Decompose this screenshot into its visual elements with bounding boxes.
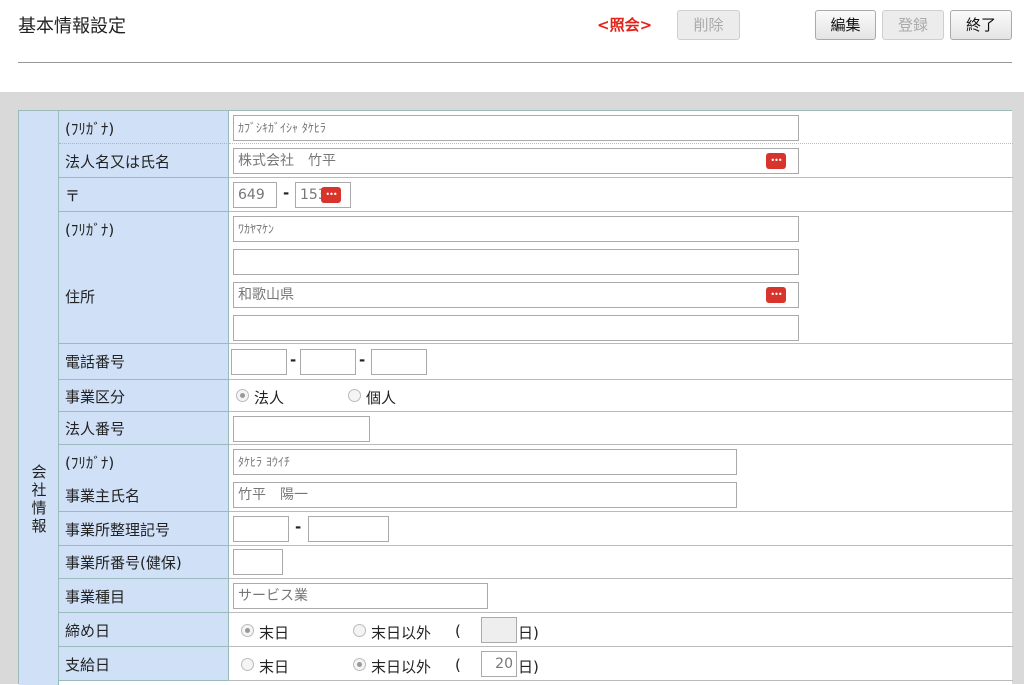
address-kana-label: (ﾌﾘｶﾞﾅ)	[65, 221, 115, 239]
closing-day-other-label: 末日以外	[371, 624, 432, 642]
closing-day-other-radio[interactable]	[353, 624, 366, 637]
header: 基本情報設定 <照会> 削除 編集 登録 終了	[0, 0, 1024, 92]
pay-day-paren: (	[455, 656, 461, 674]
page-title: 基本情報設定	[18, 16, 126, 37]
postal-separator: -	[283, 184, 290, 202]
corp-name-label: 法人名又は氏名	[65, 153, 171, 171]
row-corp-kana: (ﾌﾘｶﾞﾅ) ｶﾌﾞｼｷｶﾞｲｼｬ ﾀｹﾋﾗ	[59, 111, 1013, 144]
row-owner: (ﾌﾘｶﾞﾅ) 事業主氏名 ﾀｹﾋﾗ ﾖｳｲﾁ 竹平 陽一	[59, 445, 1013, 512]
business-type-label: 事業区分	[65, 388, 126, 406]
row-phone: 電話番号 - -	[59, 344, 1013, 380]
closing-day-month-end-radio[interactable]	[241, 624, 254, 637]
phone-input-1[interactable]	[231, 349, 287, 375]
owner-name-label: 事業主氏名	[65, 487, 141, 505]
industry-label: 事業種目	[65, 588, 126, 606]
office-code-input-1[interactable]	[233, 516, 289, 542]
header-divider	[18, 62, 1012, 63]
business-type-corp-radio[interactable]	[236, 389, 249, 402]
corp-name-lookup-icon[interactable]	[766, 151, 786, 171]
row-industry: 事業種目 サービス業	[59, 579, 1013, 613]
pay-day-month-end-radio[interactable]	[241, 658, 254, 671]
row-business-type: 事業区分 法人 個人	[59, 380, 1013, 412]
row-corp-number: 法人番号	[59, 412, 1013, 445]
address-label: 住所	[65, 288, 96, 306]
phone-input-2[interactable]	[300, 349, 356, 375]
industry-input[interactable]: サービス業	[233, 583, 488, 609]
corp-number-label: 法人番号	[65, 420, 126, 438]
postal-label: 〒	[65, 187, 81, 205]
row-office-code: 事業所整理記号 -	[59, 512, 1013, 546]
business-type-corp-label: 法人	[254, 389, 285, 407]
corp-number-input[interactable]	[233, 416, 370, 442]
corp-kana-input[interactable]: ｶﾌﾞｼｷｶﾞｲｼｬ ﾀｹﾋﾗ	[233, 115, 799, 141]
closing-day-input[interactable]	[481, 617, 517, 643]
closing-day-label: 締め日	[65, 622, 111, 640]
owner-kana-label: (ﾌﾘｶﾞﾅ)	[65, 454, 115, 472]
pay-day-other-label: 末日以外	[371, 658, 432, 676]
address-input[interactable]: 和歌山県	[233, 282, 799, 308]
address-lookup-icon[interactable]	[766, 285, 786, 305]
postal-input-1[interactable]: 649	[233, 182, 277, 208]
postal-lookup-icon[interactable]	[321, 185, 341, 205]
phone-label: 電話番号	[65, 353, 126, 371]
corp-kana-label: (ﾌﾘｶﾞﾅ)	[65, 120, 115, 138]
mode-label: <照会>	[597, 16, 653, 34]
business-type-individual-radio[interactable]	[348, 389, 361, 402]
office-code-label: 事業所整理記号	[65, 521, 171, 539]
phone-input-3[interactable]	[371, 349, 427, 375]
address-kana-input-2[interactable]	[233, 249, 799, 275]
phone-separator-2: -	[359, 351, 366, 369]
owner-kana-input[interactable]: ﾀｹﾋﾗ ﾖｳｲﾁ	[233, 449, 737, 475]
row-postal: 〒 649 - 153	[59, 178, 1013, 212]
address-input-2[interactable]	[233, 315, 799, 341]
office-code-input-2[interactable]	[308, 516, 389, 542]
phone-separator-1: -	[290, 351, 297, 369]
delete-button[interactable]: 削除	[677, 10, 740, 40]
pay-day-month-end-label: 末日	[259, 658, 290, 676]
closing-day-suffix: 日)	[518, 624, 539, 642]
pay-day-input[interactable]: 20	[481, 651, 517, 677]
office-number-input[interactable]	[233, 549, 283, 575]
company-info-form: 会社情報 (ﾌﾘｶﾞﾅ) ｶﾌﾞｼｷｶﾞｲｼｬ ﾀｹﾋﾗ 法人名又は氏名 株式会…	[18, 110, 1013, 685]
pay-day-suffix: 日)	[518, 658, 539, 676]
address-kana-input[interactable]: ﾜｶﾔﾏｹﾝ	[233, 216, 799, 242]
close-button[interactable]: 終了	[950, 10, 1012, 40]
row-office-number: 事業所番号(健保)	[59, 546, 1013, 579]
business-type-individual-label: 個人	[366, 389, 397, 407]
closing-day-month-end-label: 末日	[259, 624, 290, 642]
row-closing-day: 締め日 末日 末日以外 ( 日)	[59, 613, 1013, 647]
edit-button[interactable]: 編集	[815, 10, 876, 40]
owner-name-input[interactable]: 竹平 陽一	[233, 482, 737, 508]
office-number-label: 事業所番号(健保)	[65, 554, 182, 572]
row-corp-name: 法人名又は氏名 株式会社 竹平	[59, 144, 1013, 178]
office-code-separator: -	[295, 518, 302, 536]
section-header: 会社情報	[19, 111, 59, 685]
row-pay-day: 支給日 末日 末日以外 ( 20 日)	[59, 647, 1013, 681]
pay-day-label: 支給日	[65, 656, 111, 674]
row-address: (ﾌﾘｶﾞﾅ) 住所 ﾜｶﾔﾏｹﾝ 和歌山県	[59, 212, 1013, 344]
pay-day-other-radio[interactable]	[353, 658, 366, 671]
register-button[interactable]: 登録	[882, 10, 944, 40]
section-label: 会社情報	[31, 463, 47, 535]
closing-day-paren: (	[455, 622, 461, 640]
corp-name-input[interactable]: 株式会社 竹平	[233, 148, 799, 174]
